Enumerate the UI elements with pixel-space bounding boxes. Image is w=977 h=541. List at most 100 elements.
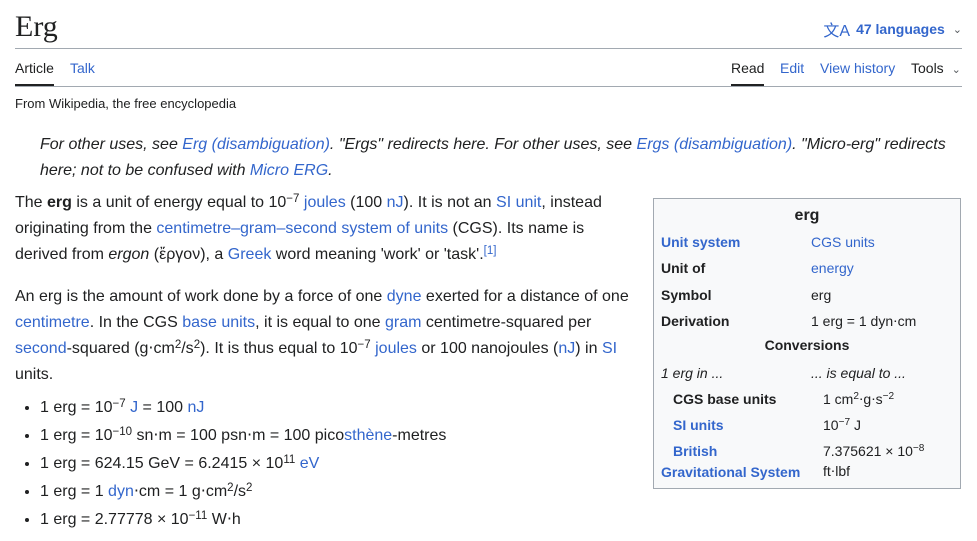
infobox-label: 1 erg in ... (661, 365, 724, 381)
hatnote: For other uses, see Erg (disambiguation)… (40, 132, 955, 184)
link-unit-system[interactable]: Unit system (661, 232, 740, 252)
tools-menu[interactable]: Tools ⌄ (911, 50, 961, 84)
link-sthene[interactable]: sthène (344, 427, 392, 444)
exponent: −7 (112, 397, 126, 410)
text: 1 erg = 1 (40, 483, 109, 500)
infobox-value: erg (811, 287, 832, 303)
link-energy[interactable]: energy (811, 258, 854, 278)
text: W⋅h (207, 511, 241, 528)
text: is a unit of energy equal to 10 (71, 194, 287, 211)
exponent: 2 (853, 391, 859, 403)
exponent: −11 (188, 509, 208, 522)
link-si-unit[interactable]: SI unit (496, 194, 541, 211)
link-ev[interactable]: eV (300, 455, 320, 472)
text: 1 erg = 624.15 GeV = 6.2415 × 10 (40, 455, 284, 472)
link-second[interactable]: second (15, 340, 67, 357)
citation-1[interactable]: [1] (484, 245, 497, 257)
link-cgs-units[interactable]: CGS units (811, 232, 875, 252)
link-nj[interactable]: nJ (187, 399, 204, 416)
chevron-down-icon: ⌄ (951, 64, 961, 76)
hatnote-text: . "Ergs" redirects here. For other uses,… (329, 136, 637, 153)
text: An erg is the amount of work done by a f… (15, 288, 387, 305)
list-item: 1 erg = 10−10 sn⋅m = 100 psn⋅m = 100 pic… (40, 422, 640, 450)
text: 1 cm (823, 391, 854, 407)
link-dyn[interactable]: dyn (108, 483, 134, 500)
text: J (850, 417, 861, 433)
link-dyne[interactable]: dyne (387, 288, 422, 305)
paragraph-intro: The erg is a unit of energy equal to 10−… (15, 190, 640, 268)
hatnote-text: For other uses, see (40, 136, 183, 153)
text: (ἔργον), a (149, 246, 228, 263)
link-nj[interactable]: nJ (387, 194, 404, 211)
exponent: −7 (286, 192, 300, 205)
text: sn⋅m = 100 psn⋅m = 100 pico (132, 427, 345, 444)
languages-button[interactable]: 文A 47 languages ⌄ (823, 17, 962, 41)
link-centimetre[interactable]: centimetre (15, 314, 90, 331)
term-ergon: ergon (108, 246, 150, 263)
page-tabs: Article Talk Read Edit View history Tool… (15, 50, 962, 87)
term-erg: erg (47, 194, 72, 211)
text: , it is equal to one (255, 314, 385, 331)
text: ⋅cm = 1 g⋅cm (133, 483, 228, 500)
link-greek[interactable]: Greek (228, 246, 272, 263)
link-ergs-disambiguation[interactable]: Ergs (disambiguation) (637, 136, 793, 153)
text: -squared (g⋅cm (66, 340, 175, 357)
text: or 100 nanojoules ( (416, 340, 559, 357)
tab-view-history[interactable]: View history (820, 50, 895, 84)
infobox-row-unit-system: Unit system CGS units (661, 232, 953, 252)
infobox: erg Unit system CGS units Unit of energy… (653, 198, 961, 489)
link-joules[interactable]: joules (375, 340, 417, 357)
infobox-row-si: SI units 10−7 J (661, 415, 953, 435)
text: /s (181, 340, 194, 357)
text: The (15, 194, 48, 211)
link-british-gravitational-system[interactable]: British (673, 441, 717, 461)
languages-label: 47 languages (856, 21, 945, 37)
text: ). It is not an (403, 194, 497, 211)
title-divider (15, 48, 962, 49)
exponent: −7 (357, 338, 371, 351)
link-british-gravitational-system[interactable]: Gravitational System (661, 462, 800, 482)
chevron-down-icon: ⌄ (952, 23, 962, 36)
link-joule[interactable]: J (130, 399, 138, 416)
infobox-label: Unit of (661, 260, 706, 276)
text: 1 erg = 10 (40, 427, 113, 444)
text: 7.375621 × 10 (823, 443, 913, 459)
exponent: 2 (193, 338, 201, 351)
link-si-units[interactable]: SI units (673, 415, 724, 435)
text: 10 (823, 417, 839, 433)
link-gram[interactable]: gram (385, 314, 421, 331)
tab-edit[interactable]: Edit (780, 50, 804, 84)
tab-read[interactable]: Read (731, 50, 765, 86)
list-item: 1 erg = 624.15 GeV = 6.2415 × 1011 eV (40, 450, 640, 478)
text: ). It is thus equal to 10 (200, 340, 358, 357)
tools-label: Tools (911, 60, 944, 76)
exponent: −2 (882, 391, 895, 403)
link-cgs-system[interactable]: centimetre–gram–second system of units (156, 220, 448, 237)
infobox-label: Symbol (661, 287, 712, 303)
infobox-row-cgs: CGS base units 1 cm2⋅g⋅s−2 (661, 389, 953, 409)
text: 1 erg = 2.77778 × 10 (40, 511, 189, 528)
link-nj[interactable]: nJ (558, 340, 575, 357)
link-si[interactable]: SI (602, 340, 617, 357)
tagline: From Wikipedia, the free encyclopedia (15, 96, 237, 111)
text: (100 (345, 194, 387, 211)
exponent: 2 (227, 481, 234, 494)
exponent: 11 (283, 453, 296, 466)
infobox-row-british-cont: Gravitational System (661, 462, 953, 482)
paragraph-definition: An erg is the amount of work done by a f… (15, 284, 640, 388)
text: /s (233, 483, 247, 500)
link-joules[interactable]: joules (304, 194, 346, 211)
text: -metres (392, 427, 447, 444)
text: units. (15, 366, 54, 383)
tab-article[interactable]: Article (15, 50, 54, 86)
infobox-label: CGS base units (673, 391, 777, 407)
link-micro-erg[interactable]: Micro ERG (250, 162, 328, 179)
text: ) in (575, 340, 602, 357)
text: 1 erg = 10 (40, 399, 113, 416)
infobox-row-unit-of: Unit of energy (661, 258, 953, 278)
link-base-units[interactable]: base units (182, 314, 255, 331)
list-item: 1 erg = 10−7 J = 100 nJ (40, 394, 640, 422)
tab-talk[interactable]: Talk (70, 50, 95, 84)
link-erg-disambiguation[interactable]: Erg (disambiguation) (182, 136, 330, 153)
infobox-label: Derivation (661, 313, 730, 329)
